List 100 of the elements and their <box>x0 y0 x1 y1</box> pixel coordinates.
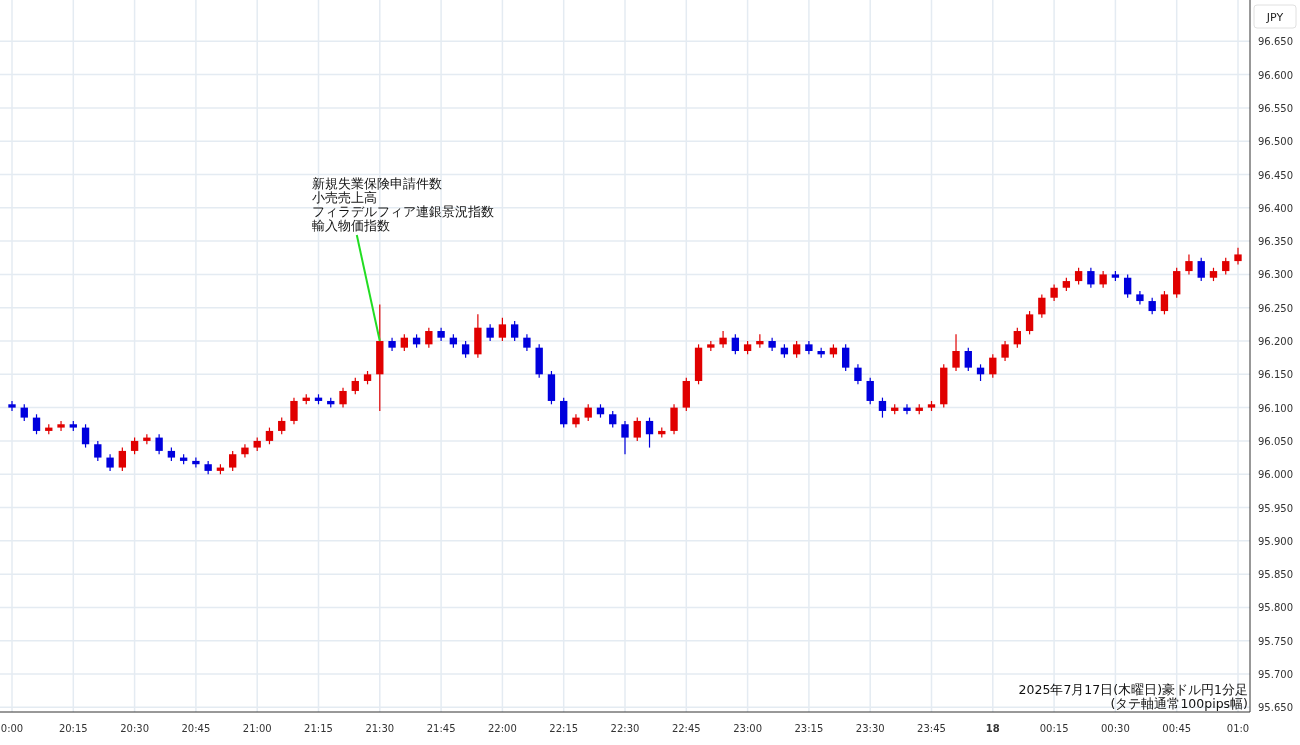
candlestick <box>69 420 77 432</box>
axis-label: 20:45 <box>181 723 211 734</box>
candlestick <box>45 423 53 435</box>
axis-label: 21:15 <box>304 723 333 734</box>
candlestick <box>854 363 862 385</box>
candlestick <box>216 463 225 475</box>
candlestick <box>265 427 274 445</box>
candlestick <box>964 347 972 372</box>
candlestick <box>1062 277 1071 292</box>
axis-label: 21:30 <box>365 723 395 734</box>
candlestick <box>584 403 592 422</box>
currency-label-box <box>1253 4 1297 29</box>
candlestick <box>891 403 899 415</box>
axis-label: 96.400 <box>1258 202 1293 214</box>
candlestick <box>878 397 887 419</box>
axis-label: 96.550 <box>1258 102 1293 114</box>
candlestick <box>278 417 286 435</box>
candlestick <box>1025 310 1034 335</box>
axis-label: 95.950 <box>1258 502 1293 514</box>
candlestick <box>143 433 151 445</box>
candlestick <box>339 387 347 409</box>
candlestick <box>523 333 531 352</box>
candlestick <box>842 343 850 372</box>
axis-label: 96.200 <box>1258 336 1293 347</box>
axis-label: 95.650 <box>1258 702 1293 714</box>
candlestick <box>927 400 936 412</box>
candlestick <box>756 333 764 349</box>
candlestick <box>633 417 641 442</box>
candlestick <box>1013 327 1021 349</box>
axis-label: 18 <box>985 723 1000 734</box>
axis-label: 96.000 <box>1258 469 1293 481</box>
axis-label: 95.850 <box>1258 569 1293 581</box>
candlestick <box>106 453 114 472</box>
event-callout: 輸入物価指数 <box>311 218 390 342</box>
candlestick <box>1136 290 1144 305</box>
candlestick <box>903 403 911 415</box>
candlestick <box>327 397 335 409</box>
axis-label: 22:00 <box>488 723 517 734</box>
candlestick <box>1050 283 1058 302</box>
axis-label: 95.900 <box>1258 535 1293 547</box>
axis-label: 22:45 <box>671 723 701 734</box>
currency-label: JPY <box>1266 11 1284 24</box>
chart-title: 2025年7月17日(木曜日)豪ドル円1分足 <box>1018 682 1248 697</box>
annotation: 輸入物価指数 <box>311 218 390 234</box>
candlestick <box>351 377 359 395</box>
candlestick <box>1111 270 1120 282</box>
candlestick <box>572 413 580 429</box>
axis-label: 96.500 <box>1258 136 1293 148</box>
candlestick <box>130 437 139 455</box>
axis-label: 96.100 <box>1258 402 1293 414</box>
candlestick <box>204 460 212 475</box>
candlestick <box>1160 290 1169 315</box>
axis-label: 96.450 <box>1258 169 1293 181</box>
candlestick <box>511 320 519 342</box>
candlestick <box>400 333 408 352</box>
axis-label: 23:30 <box>855 723 885 734</box>
axis-label: 96.050 <box>1258 435 1293 447</box>
candlestick <box>645 417 654 449</box>
candlestick <box>179 453 188 465</box>
candlestick <box>81 423 90 449</box>
axis-label: 96.600 <box>1258 69 1293 81</box>
candlestick <box>805 340 813 355</box>
candlestick <box>118 446 126 472</box>
candlestick <box>498 317 507 342</box>
candlestick <box>363 370 372 385</box>
candlestick <box>535 343 543 379</box>
candlestick <box>486 323 494 342</box>
axis-label: 00:45 <box>1162 723 1192 734</box>
candlestick <box>155 433 163 455</box>
axis-label: 22:30 <box>610 723 640 734</box>
candlestick <box>425 327 433 349</box>
candlestick <box>94 440 102 462</box>
candlestick <box>412 333 421 349</box>
candlestick <box>719 330 727 349</box>
event-label: フィラデルフィア連銀景況指数 <box>311 204 494 219</box>
candlestick <box>829 343 838 359</box>
candlestick <box>437 327 445 342</box>
candlestick <box>192 456 200 469</box>
candlestick <box>658 427 666 439</box>
candlestick <box>560 397 568 429</box>
axis-label: 95.700 <box>1258 669 1293 681</box>
candlestick <box>20 403 28 422</box>
candlestick <box>1197 257 1205 282</box>
candlestick <box>388 337 396 352</box>
axis-label: 96.250 <box>1258 302 1293 314</box>
candlestick <box>915 403 923 415</box>
candlestick <box>989 353 997 379</box>
candlestick <box>780 343 789 359</box>
event-label: 小売売上高 <box>311 190 377 205</box>
candlestick <box>1222 257 1230 275</box>
axis-label: 96.650 <box>1258 36 1293 48</box>
axis-label: 20:15 <box>58 723 88 734</box>
axis-label: 0:00 <box>0 723 24 734</box>
candlestick <box>694 343 703 385</box>
candlestick <box>241 443 249 459</box>
candlestick <box>32 413 41 435</box>
candlestick <box>731 333 739 355</box>
candlestick <box>1124 273 1132 299</box>
candlestick <box>976 363 985 382</box>
candlestick <box>609 410 617 429</box>
